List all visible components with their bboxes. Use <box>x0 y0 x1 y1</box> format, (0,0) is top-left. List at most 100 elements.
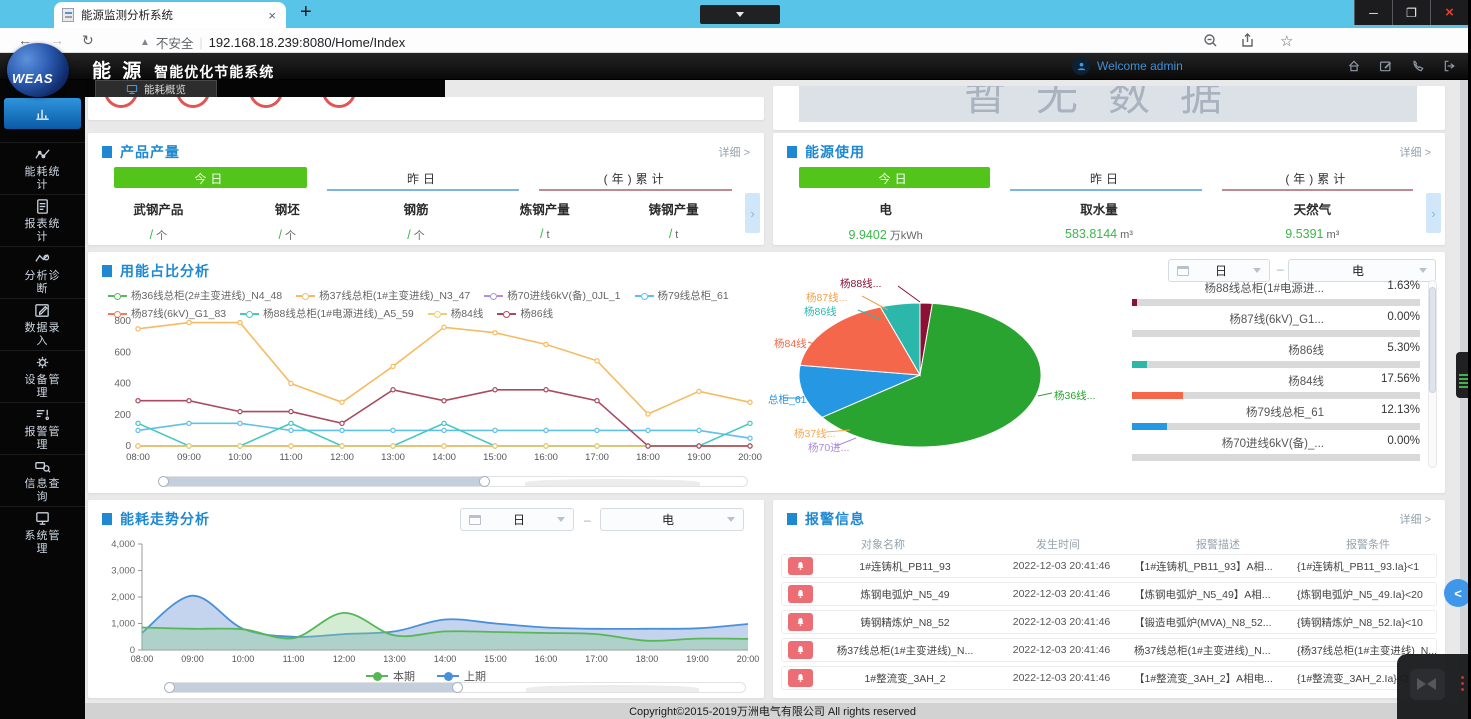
ranking-bar-fill <box>1132 299 1137 306</box>
stat-unit: m³ <box>1120 229 1133 241</box>
share-icon[interactable] <box>1240 33 1255 53</box>
browser-tab[interactable]: 能源监测分析系统 × <box>54 2 286 28</box>
app-title-main: 能 源 <box>92 56 144 83</box>
tab-昨日[interactable]: 昨日 <box>327 167 520 191</box>
alarm-row[interactable]: 炼钢电弧炉_N5_492022-12-03 20:41:46【炼钢电弧炉_N5_… <box>781 582 1437 606</box>
panel-title: 能耗走势分析 <box>120 509 210 529</box>
sidebar-item-gear[interactable]: 设备管理 <box>0 350 85 402</box>
alarm-row[interactable]: 杨37线总柜(1#主变进线)_N...2022-12-03 20:41:46杨3… <box>781 638 1437 662</box>
sidebar-item-alarm[interactable]: 报警管理 <box>0 402 85 454</box>
tab-close-icon[interactable]: × <box>266 8 278 23</box>
stat-unit: 个 <box>414 230 425 242</box>
restore-button[interactable]: ❐ <box>1392 0 1430 25</box>
legend-item[interactable]: 杨70进线6kV(备)_0JL_1 <box>484 288 620 304</box>
datazoom-handle[interactable] <box>164 682 175 693</box>
chevron-down-icon <box>727 517 735 522</box>
ranking-row: 杨86线5.30% <box>1132 342 1420 368</box>
svg-text:200: 200 <box>114 410 131 421</box>
detail-link[interactable]: 详细 > <box>1400 511 1431 527</box>
new-tab-button[interactable]: + <box>300 1 312 24</box>
svg-text:800: 800 <box>114 316 131 327</box>
alarm-row[interactable]: 1#连铸机_PB11_932022-12-03 20:41:46【1#连铸机_P… <box>781 554 1437 578</box>
overview-chart-icon <box>33 105 53 122</box>
bell-icon <box>795 560 806 572</box>
url-text: 192.168.18.239:8080/Home/Index <box>209 35 406 50</box>
collapse-panel-button[interactable]: < <box>1444 579 1471 607</box>
sidebar-item-monitor[interactable]: 系统管理 <box>0 506 85 558</box>
user-avatar <box>1072 57 1090 75</box>
ranking-name: 杨87线(6kV)_G1... <box>1132 311 1370 327</box>
scrollbar-thumb[interactable] <box>1429 287 1436 393</box>
alarm-row[interactable]: 铸钢精炼炉_N8_522022-12-03 20:41:46【锻造电弧炉(MVA… <box>781 610 1437 634</box>
gauge-ring-icon <box>249 97 283 108</box>
stat-value: /个 <box>94 227 223 243</box>
legend-line <box>121 313 127 315</box>
datazoom-window[interactable] <box>169 683 457 692</box>
panel-marker <box>787 146 797 158</box>
zoom-out-icon[interactable] <box>1203 33 1218 53</box>
alarm-row[interactable]: 1#整流变_3AH_22022-12-03 20:41:46【1#整流变_3AH… <box>781 666 1437 690</box>
pie-label: 杨37线... <box>794 426 835 441</box>
alarm-object-name: 1#整流变_3AH_2 <box>821 671 989 686</box>
sidebar-item-search[interactable]: 信息查询 <box>0 454 85 506</box>
ranking-line: 杨87线(6kV)_G1...0.00% <box>1132 311 1420 327</box>
energy-type-value: 电 <box>609 511 727 528</box>
stat-name: 电 <box>779 199 992 218</box>
legend-item[interactable]: 杨36线总柜(2#主变进线)_N4_48 <box>108 288 282 304</box>
address-bar[interactable]: ▲ 不安全 | 192.168.18.239:8080/Home/Index <box>140 33 405 52</box>
period-select[interactable]: 日 <box>460 508 574 531</box>
close-button[interactable]: × <box>1430 0 1468 25</box>
tab-今日[interactable]: 今日 <box>799 167 990 188</box>
ranking-line: 杨86线5.30% <box>1132 342 1420 358</box>
energy-type-select[interactable]: 电 <box>600 508 744 531</box>
period-select[interactable]: 日 <box>1168 259 1270 282</box>
pie-label: 杨88线... <box>840 276 881 291</box>
legend-marker-icon <box>366 675 388 677</box>
tab-energy-overview[interactable]: 能耗概览 <box>95 80 217 97</box>
detail-link[interactable]: 详细 > <box>719 144 750 160</box>
energy-type-select[interactable]: 电 <box>1288 259 1436 282</box>
edit-icon[interactable] <box>1379 59 1393 73</box>
legend-item[interactable]: 杨79线总柜_61 <box>635 288 729 304</box>
panel-marker <box>102 513 112 525</box>
pie-label: 杨36线... <box>1054 388 1095 403</box>
stat-unit: t <box>547 229 550 241</box>
sidebar-item-report[interactable]: 报表统计 <box>0 194 85 246</box>
sidebar-item-stats[interactable]: 能耗统计 <box>0 142 85 194</box>
tab-(年)累计[interactable]: (年)累计 <box>539 167 732 191</box>
titlebar-dropdown[interactable] <box>700 5 780 24</box>
phone-icon[interactable] <box>1411 59 1425 73</box>
next-arrow-button[interactable]: › <box>745 193 760 233</box>
minimize-button[interactable]: ─ <box>1354 0 1392 25</box>
chevron-down-icon <box>557 517 565 522</box>
datazoom-window[interactable] <box>163 477 484 486</box>
gauges-partial-card <box>88 97 764 120</box>
alarm-description: 杨37线总柜(1#主变进线)_N... <box>1134 643 1297 658</box>
tab-(年)累计[interactable]: (年)累计 <box>1222 167 1413 191</box>
trend-datazoom-slider[interactable] <box>168 682 746 693</box>
detail-link[interactable]: 详细 > <box>1400 144 1431 160</box>
not-secure-icon: ▲ <box>140 37 150 48</box>
select-separator: – <box>584 513 591 527</box>
legend-label: 杨70进线6kV(备)_0JL_1 <box>507 288 620 304</box>
reload-button[interactable]: ↻ <box>82 32 94 49</box>
ranking-percent: 0.00% <box>1370 311 1420 327</box>
line-datazoom-slider[interactable] <box>162 476 748 487</box>
sidebar-item-home[interactable] <box>4 98 81 129</box>
stat-value: /个 <box>223 227 352 243</box>
legend-line <box>510 313 516 315</box>
home-icon[interactable] <box>1347 59 1361 73</box>
tab-今日[interactable]: 今日 <box>114 167 307 188</box>
bookmark-star-icon[interactable]: ☆ <box>1280 32 1293 50</box>
sidebar-item-diag[interactable]: 分析诊断 <box>0 246 85 298</box>
tab-昨日[interactable]: 昨日 <box>1010 167 1201 191</box>
logout-icon[interactable] <box>1443 59 1457 73</box>
screen-recorder-overlay[interactable] <box>1397 654 1471 719</box>
datazoom-handle[interactable] <box>158 476 169 487</box>
pie-label: 总柜_61 <box>768 392 807 407</box>
sidebar-item-edit[interactable]: 数据录入 <box>0 298 85 350</box>
datazoom-handle[interactable] <box>452 682 463 693</box>
next-arrow-button[interactable]: › <box>1426 193 1441 233</box>
legend-item[interactable]: 杨37线总柜(1#主变进线)_N3_47 <box>296 288 470 304</box>
datazoom-handle[interactable] <box>479 476 490 487</box>
